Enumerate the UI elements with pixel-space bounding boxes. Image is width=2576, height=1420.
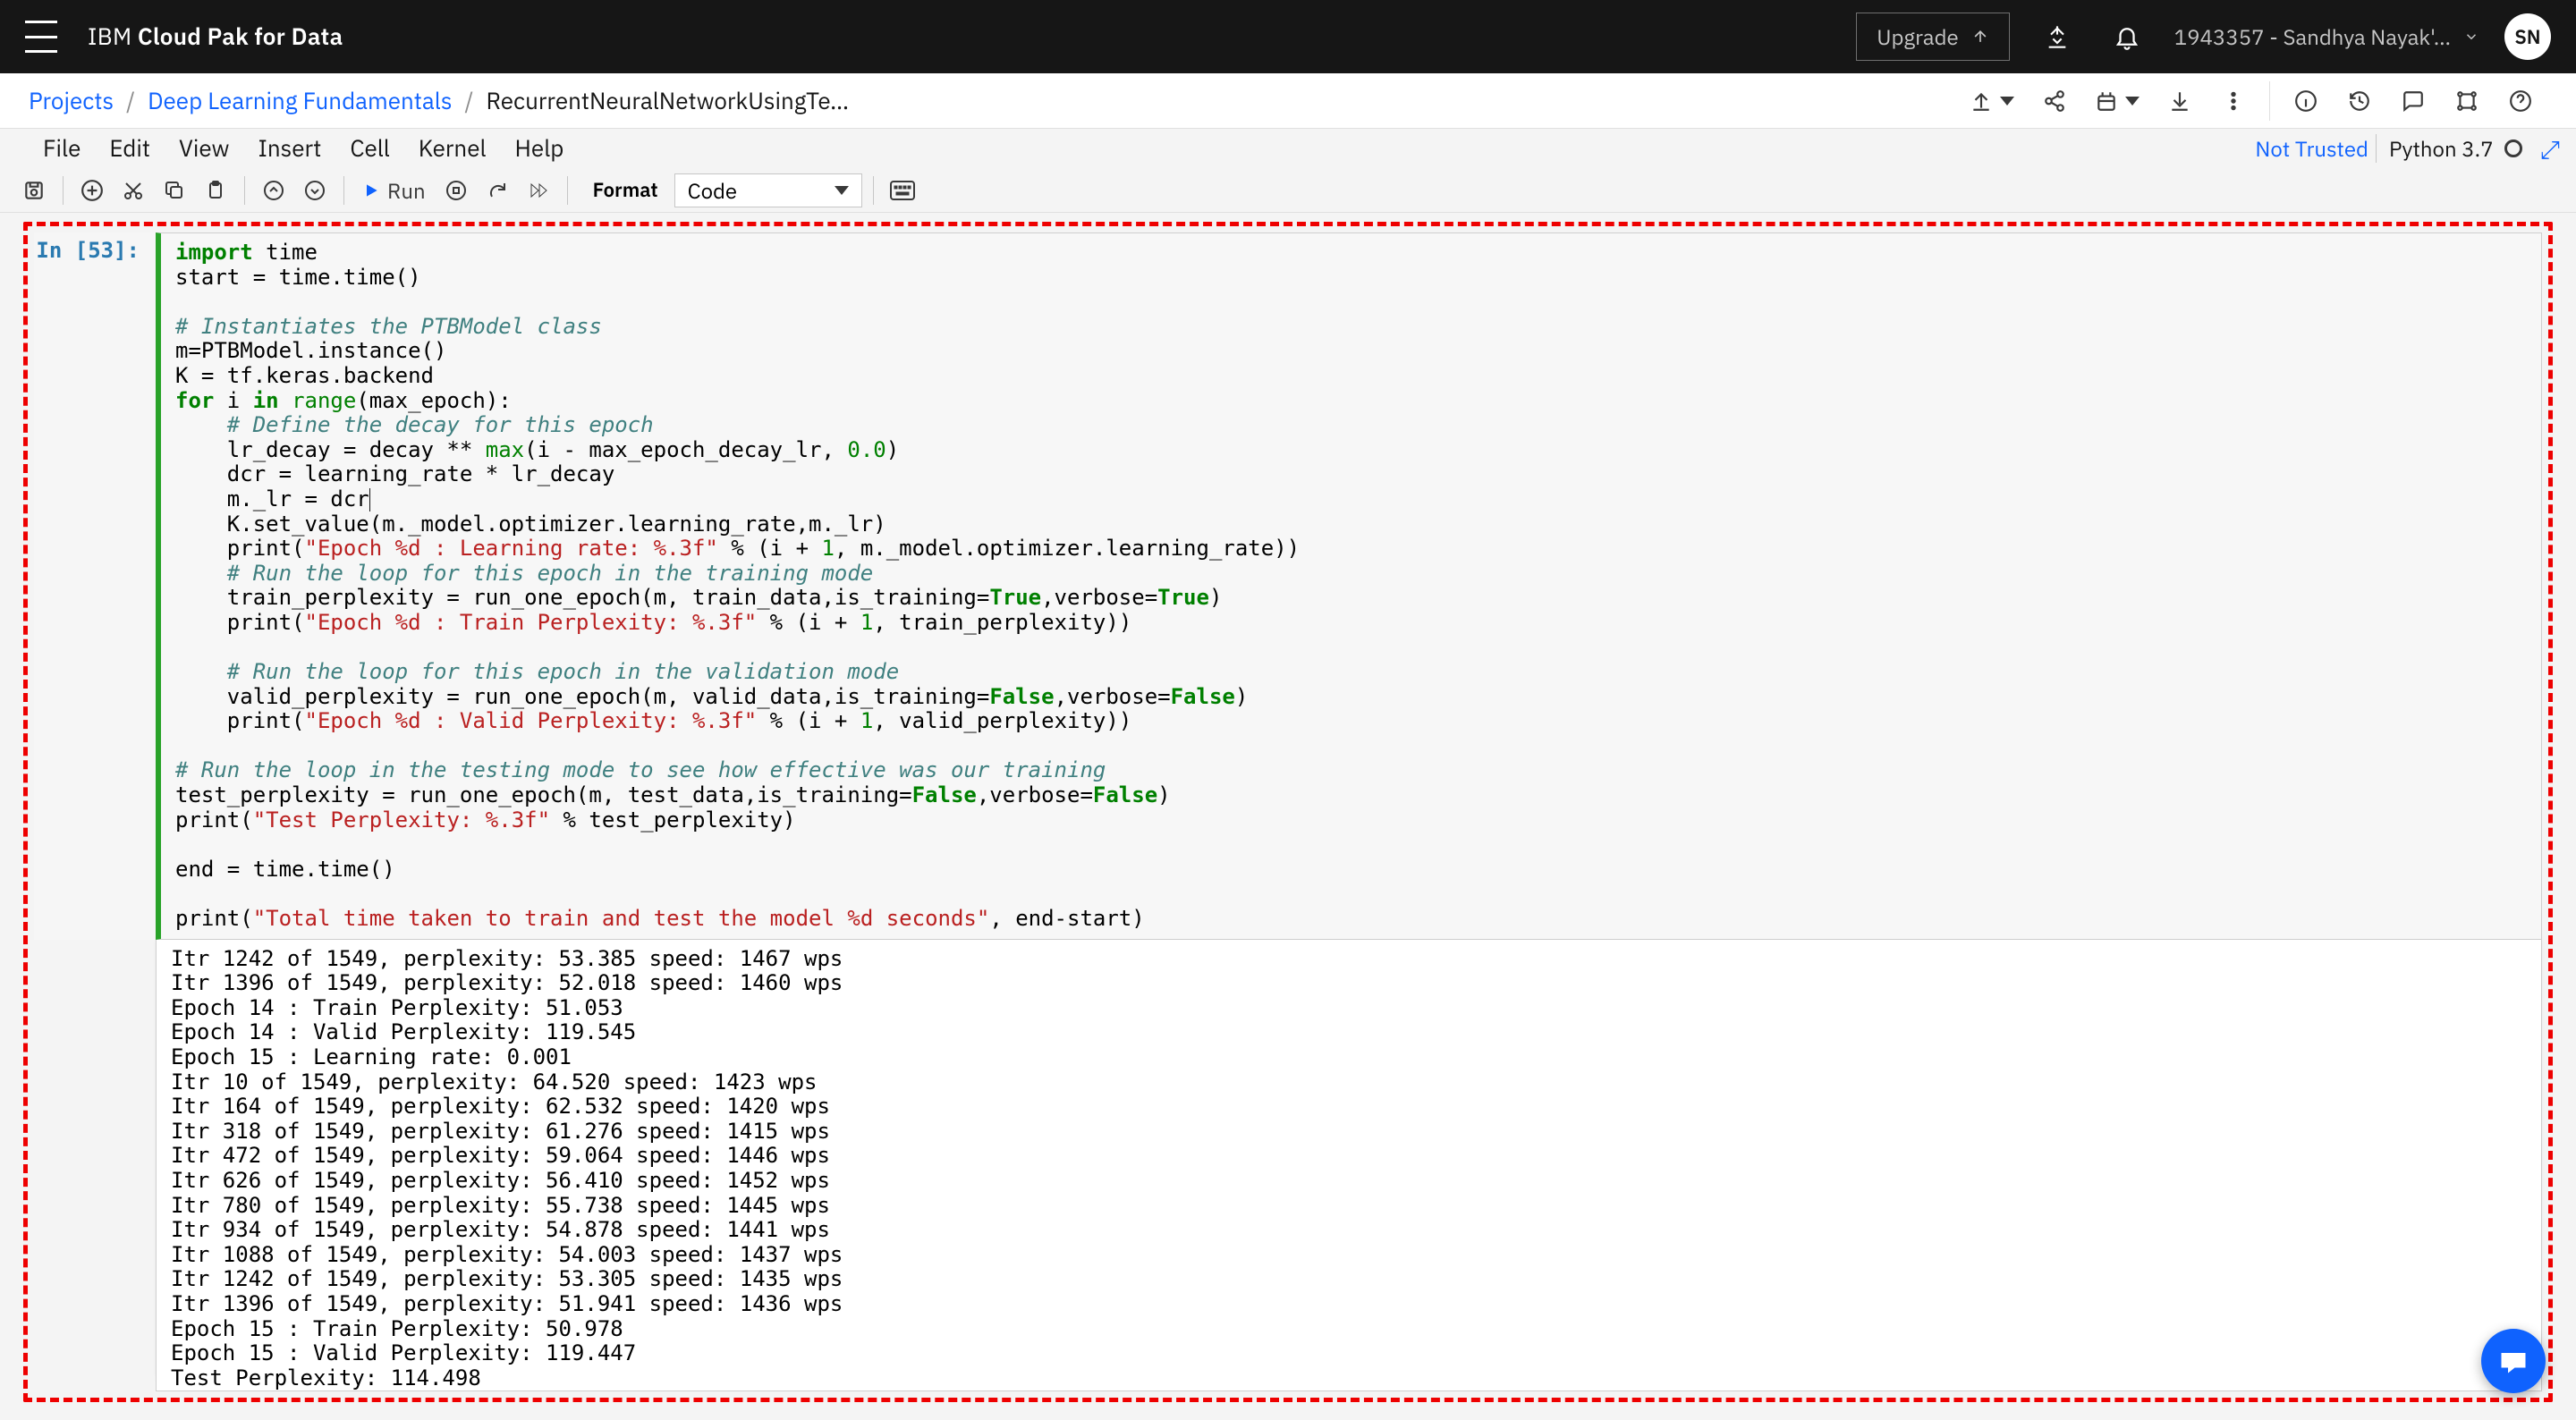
publish-button[interactable] <box>1956 81 2028 121</box>
share-icon[interactable] <box>2028 81 2081 121</box>
overflow-menu-icon[interactable] <box>2207 81 2260 121</box>
assets-icon[interactable] <box>2440 81 2494 121</box>
cell-output-area: Itr 1242 of 1549, perplexity: 53.385 spe… <box>34 940 2542 1391</box>
notebook-toolbar: Run Format Code <box>0 168 2576 213</box>
interrupt-button[interactable] <box>438 173 474 208</box>
cut-button[interactable] <box>115 173 151 208</box>
menu-cell[interactable]: Cell <box>335 126 403 171</box>
cell-input-area: In [53]: import time start = time.time()… <box>34 232 2542 940</box>
notebook-menu-bar: File Edit View Insert Cell Kernel Help N… <box>0 129 2576 168</box>
top-bar: IBM Cloud Pak for Data Upgrade 1943357 -… <box>0 0 2576 73</box>
copy-button[interactable] <box>157 173 192 208</box>
menu-help[interactable]: Help <box>501 126 579 171</box>
restart-button[interactable] <box>479 173 515 208</box>
menu-view[interactable]: View <box>165 126 243 171</box>
paste-button[interactable] <box>198 173 233 208</box>
save-button[interactable] <box>16 173 52 208</box>
insert-cell-button[interactable] <box>74 173 110 208</box>
run-all-button[interactable] <box>521 173 556 208</box>
kernel-indicator[interactable]: Python 3.7 <box>2377 134 2535 163</box>
not-trusted-button[interactable]: Not Trusted <box>2255 134 2377 163</box>
breadcrumb-deep-learning[interactable]: Deep Learning Fundamentals <box>148 86 452 116</box>
menu-insert[interactable]: Insert <box>243 126 335 171</box>
chat-fab[interactable] <box>2481 1329 2546 1393</box>
breadcrumb: Projects / Deep Learning Fundamentals / … <box>29 86 1956 116</box>
comments-icon[interactable] <box>2386 81 2440 121</box>
info-icon[interactable] <box>2279 81 2333 121</box>
cell-type-select[interactable]: Code <box>674 173 862 207</box>
kernel-idle-icon <box>2504 139 2522 157</box>
expand-icon[interactable]: ⤢ <box>2540 132 2560 165</box>
help-icon[interactable] <box>2494 81 2547 121</box>
avatar[interactable]: SN <box>2504 13 2551 60</box>
play-icon <box>362 182 380 199</box>
jobs-button[interactable] <box>2081 81 2153 121</box>
format-label: Format <box>579 177 669 203</box>
move-up-button[interactable] <box>256 173 292 208</box>
menu-file[interactable]: File <box>29 126 95 171</box>
chevron-down-icon <box>2125 97 2140 106</box>
upgrade-button[interactable]: Upgrade <box>1856 13 2010 61</box>
move-down-button[interactable] <box>297 173 333 208</box>
upgrade-icon <box>1971 28 1989 46</box>
code-editor[interactable]: import time start = time.time() # Instan… <box>156 232 2542 940</box>
chat-icon <box>2497 1345 2529 1377</box>
breadcrumb-projects[interactable]: Projects <box>29 86 114 116</box>
page-actions <box>1956 81 2547 121</box>
notebook-area: In [53]: import time start = time.time()… <box>0 213 2576 1420</box>
brand-title: IBM Cloud Pak for Data <box>88 21 343 52</box>
pin-icon[interactable] <box>2035 14 2080 59</box>
command-palette-button[interactable] <box>885 173 920 208</box>
menu-edit[interactable]: Edit <box>95 126 165 171</box>
hamburger-menu-icon[interactable] <box>25 21 57 53</box>
breadcrumb-current: RecurrentNeuralNetworkUsingTe… <box>487 86 850 116</box>
download-icon[interactable] <box>2153 81 2207 121</box>
notebook-cell[interactable]: In [53]: import time start = time.time()… <box>34 232 2542 1391</box>
history-icon[interactable] <box>2333 81 2386 121</box>
chevron-down-icon <box>835 186 849 195</box>
cell-prompt: In [53]: <box>34 232 156 940</box>
chevron-down-icon <box>2000 97 2014 106</box>
cell-output: Itr 1242 of 1549, perplexity: 53.385 spe… <box>156 940 2542 1391</box>
chevron-down-icon <box>2463 29 2479 45</box>
account-switcher[interactable]: 1943357 - Sandhya Nayak'… <box>2174 22 2479 51</box>
breadcrumb-row: Projects / Deep Learning Fundamentals / … <box>0 73 2576 129</box>
notifications-icon[interactable] <box>2105 14 2149 59</box>
menu-kernel[interactable]: Kernel <box>404 126 501 171</box>
run-button[interactable]: Run <box>355 176 433 205</box>
